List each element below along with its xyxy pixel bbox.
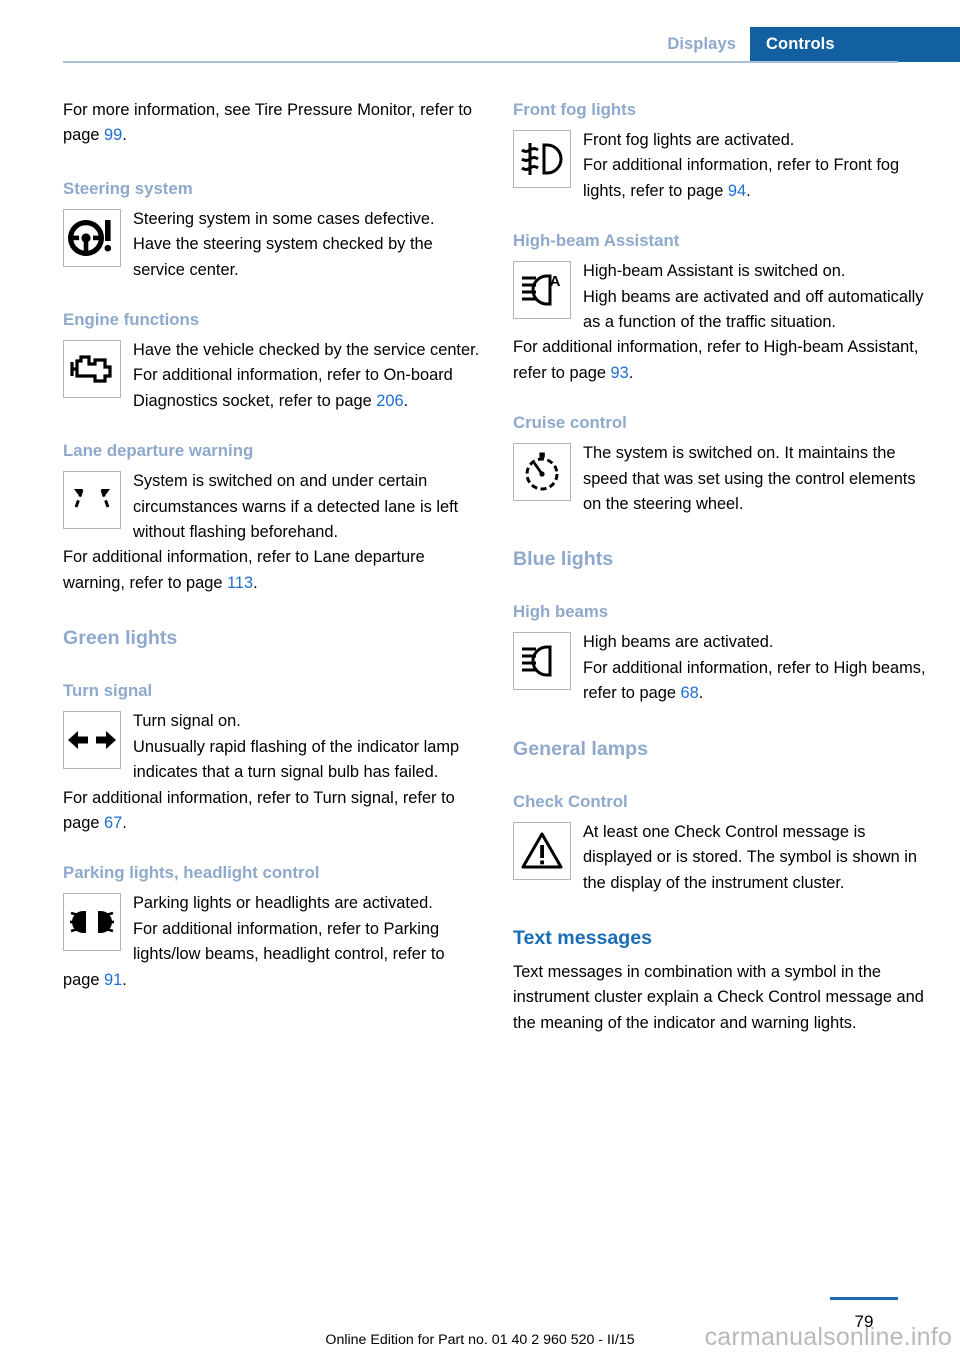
parking-lights-icon — [63, 893, 121, 952]
lane-departure-block: System is switched on and under certain … — [63, 469, 481, 596]
hba-line-3-after: . — [628, 363, 634, 382]
engine-functions-block: Have the vehicle checked by the service … — [63, 338, 481, 414]
front-fog-lights-block: Front fog lights are activated. For addi… — [513, 128, 931, 204]
page-reference-94[interactable]: 94 — [728, 182, 746, 200]
heading-steering-system: Steering system — [63, 178, 193, 198]
heading-high-beam-assistant: High-beam Assistant — [513, 231, 680, 251]
heading-text-messages: Text messages — [513, 926, 653, 949]
tab-displays-label: Displays — [667, 35, 736, 53]
tab-displays[interactable]: Displays — [657, 27, 750, 62]
left-column: For more information, see Tire Pressure … — [63, 98, 481, 993]
cruise-control-block: The system is switched on. It maintains … — [513, 441, 931, 517]
heading-front-fog-lights: Front fog lights — [513, 100, 637, 119]
heading-check-control: Check Control — [513, 791, 628, 811]
high-beams-line-2-after: . — [698, 684, 704, 703]
page-reference-113[interactable]: 113 — [227, 574, 253, 592]
page-reference-99[interactable]: 99 — [104, 126, 122, 144]
heading-engine-functions: Engine functions — [63, 310, 200, 330]
steering-wheel-warning-icon — [63, 208, 121, 267]
engine-line-2-after: . — [403, 391, 409, 410]
page-reference-68[interactable]: 68 — [681, 684, 699, 702]
page-header: Displays Controls — [0, 0, 960, 63]
tire-pressure-intro-paragraph: For more information, see Tire Pressure … — [63, 98, 481, 149]
tab-controls-label: Controls — [766, 35, 835, 53]
lane-departure-warning-icon — [63, 471, 121, 530]
parking-line-2-after: . — [122, 970, 127, 989]
heading-lane-departure-warning: Lane departure warning — [63, 441, 254, 461]
parking-lights-block: Parking lights or headlights are activat… — [63, 891, 481, 993]
page-reference-91[interactable]: 91 — [104, 971, 122, 989]
fog-line-2-after: . — [746, 181, 751, 200]
heading-high-beams: High beams — [513, 602, 609, 622]
check-control-block: At least one Check Control message is di… — [513, 820, 931, 896]
turn-signal-arrows-icon — [63, 711, 121, 770]
footer-divider — [830, 1297, 898, 1300]
high-beams-line-2-before: For additional information, refer to Hig… — [583, 658, 926, 703]
hba-line-3-before: For additional information, refer to Hig… — [513, 338, 919, 382]
hba-line-3: For additional information, refer to Hig… — [513, 335, 931, 386]
turn-signal-line-3-after: . — [122, 813, 127, 832]
page-footer: 79 Online Edition for Part no. 01 40 2 9… — [0, 1272, 960, 1362]
svg-text:A: A — [550, 273, 561, 290]
turn-signal-block: Turn signal on. Unusually rapid flashing… — [63, 709, 481, 836]
heading-green-lights: Green lights — [63, 627, 178, 650]
tab-controls[interactable]: Controls — [750, 27, 960, 62]
site-watermark: carmanualsonline.info — [704, 1323, 952, 1351]
front-fog-light-icon — [513, 130, 571, 188]
text-messages-paragraph: Text messages in combination with a symb… — [513, 962, 924, 1032]
high-beams-block: High beams are activated. For additional… — [513, 630, 931, 706]
lane-line-2: For additional information, refer to Lan… — [63, 545, 481, 596]
page-reference-93[interactable]: 93 — [611, 364, 629, 382]
intro-text-after: . — [122, 126, 127, 145]
lane-line-2-after: . — [253, 573, 258, 592]
heading-parking-lights: Parking lights, headlight control — [63, 863, 320, 883]
section-tabs: Displays Controls — [657, 27, 960, 62]
header-divider — [63, 61, 898, 63]
page-reference-67[interactable]: 67 — [104, 814, 122, 832]
cruise-control-speedometer-icon — [513, 443, 571, 502]
right-column: Front fog lights Front fog lights are ac… — [513, 98, 931, 1036]
heading-turn-signal: Turn signal — [63, 681, 153, 701]
high-beam-assistant-icon: A — [513, 261, 571, 320]
page-reference-206[interactable]: 206 — [376, 392, 403, 410]
high-beam-icon — [513, 632, 571, 691]
turn-signal-line-3: For additional information, refer to Tur… — [63, 786, 481, 837]
check-engine-icon — [63, 340, 121, 399]
steering-system-block: Steering system in some cases defective.… — [63, 207, 481, 283]
heading-blue-lights: Blue lights — [513, 548, 614, 571]
heading-cruise-control: Cruise control — [513, 413, 627, 433]
heading-general-lamps: General lamps — [513, 737, 649, 760]
warning-triangle-icon — [513, 821, 571, 880]
high-beam-assistant-block: A High-beam Assistant is switched on. Hi… — [513, 259, 931, 386]
